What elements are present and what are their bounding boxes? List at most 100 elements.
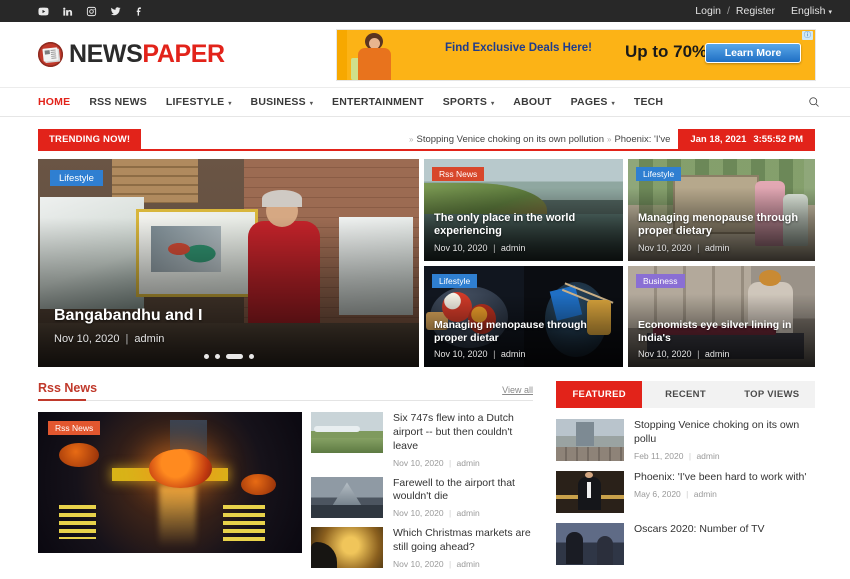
site-logo[interactable]: NEWSPAPER	[38, 40, 225, 69]
hero-card-0-category-badge[interactable]: Rss News	[432, 167, 485, 181]
chevron-down-icon: ▾	[611, 100, 615, 107]
nav-item-pages[interactable]: PAGES ▾	[571, 96, 615, 108]
nav-item-business[interactable]: BUSINESS ▾	[251, 96, 314, 108]
sidebar-list-item-0-date: Feb 11, 2020	[634, 450, 684, 461]
ticker-item-1[interactable]: Phoenix: 'I've	[614, 134, 670, 145]
rss-list-item-1-title[interactable]: Farewell to the airport that wouldn't di…	[393, 477, 533, 505]
nav-item-entertainment[interactable]: ENTERTAINMENT	[332, 96, 424, 108]
hero-card-2-date: Nov 10, 2020	[434, 349, 488, 359]
rss-list-item-2[interactable]: Which Christmas markets are still going …	[311, 527, 533, 569]
site-header: NEWSPAPER Find Exclusive Deals Here! Up …	[0, 22, 850, 88]
hero-main-slide[interactable]: Lifestyle Bangabandhu and I Nov 10, 2020…	[38, 159, 419, 367]
sidebar-list-item-1-date: May 6, 2020	[634, 488, 681, 499]
slider-dot-3-active[interactable]	[225, 354, 243, 359]
advertisement-banner[interactable]: Find Exclusive Deals Here! Up to 70% off…	[336, 28, 816, 81]
linkedin-icon[interactable]	[62, 6, 73, 17]
ticker-item-0[interactable]: Stopping Venice choking on its own pollu…	[416, 134, 604, 145]
hero-card-0-title[interactable]: The only place in the world experiencing	[434, 212, 613, 239]
language-selector[interactable]: English ▾	[791, 5, 832, 17]
sidebar-list-item-1-text: Phoenix: 'I've been hard to work with' M…	[634, 471, 815, 513]
rss-feature-card[interactable]: Rss News	[38, 412, 302, 553]
sidebar-list-item-2-title[interactable]: Oscars 2020: Number of TV	[634, 523, 815, 537]
facebook-icon[interactable]	[134, 6, 145, 17]
nav-item-sports[interactable]: SPORTS ▾	[443, 96, 495, 108]
register-link[interactable]: Register	[736, 5, 775, 17]
sidebar-list-item-0-title[interactable]: Stopping Venice choking on its own pollu	[634, 419, 815, 447]
hero-slider-grid: Lifestyle Bangabandhu and I Nov 10, 2020…	[0, 151, 850, 367]
hero-row-top: Rss News The only place in the world exp…	[424, 159, 815, 261]
search-icon[interactable]	[806, 94, 822, 110]
sidebar-list-item-2[interactable]: Oscars 2020: Number of TV	[556, 523, 815, 565]
rss-list-item-1[interactable]: Farewell to the airport that wouldn't di…	[311, 476, 533, 518]
nav-label: SPORTS	[442, 96, 488, 108]
trending-datetime: Jan 18, 2021 3:55:52 PM	[678, 129, 815, 149]
rss-list-item-1-date: Nov 10, 2020	[393, 508, 444, 519]
slider-dot-1[interactable]	[203, 354, 209, 359]
meta-separator: |	[448, 508, 452, 519]
hero-card-4-author: admin	[704, 349, 730, 359]
sidebar-article-list: Stopping Venice choking on its own pollu…	[556, 419, 815, 565]
twitter-icon[interactable]	[110, 6, 121, 17]
chevron-down-icon: ▾	[309, 100, 314, 107]
meta-separator: |	[448, 457, 452, 468]
tab-featured[interactable]: FEATURED	[556, 381, 643, 408]
slider-dots[interactable]	[38, 354, 419, 359]
top-bar: Login / Register English ▾	[0, 0, 850, 22]
hero-card-4-category-badge[interactable]: Business	[636, 273, 685, 288]
hero-card-0-body: The only place in the world experiencing…	[424, 212, 623, 261]
newspaper-logo-icon	[38, 42, 63, 67]
youtube-icon[interactable]	[38, 6, 49, 17]
hero-card-1-body: Managing menopause through proper dietar…	[628, 212, 815, 261]
sidebar-list-item-1[interactable]: Phoenix: 'I've been hard to work with' M…	[556, 471, 815, 513]
slider-dot-2[interactable]	[214, 354, 220, 359]
sidebar-list-item-2-thumbnail	[556, 523, 624, 565]
ad-shopper-image	[349, 30, 411, 80]
hero-card-1-author: admin	[704, 242, 730, 253]
tab-top-views[interactable]: TOP VIEWS	[729, 381, 815, 408]
hero-card-1-date: Nov 10, 2020	[638, 242, 692, 253]
trending-ticker[interactable]: » Stopping Venice choking on its own pol…	[141, 129, 678, 149]
hero-card-2[interactable]: Lifestyle Managing menopause through pro…	[424, 265, 623, 367]
rss-list-item-1-meta: Nov 10, 2020 | admin	[393, 508, 533, 518]
nav-item-tech[interactable]: TECH	[634, 96, 663, 108]
rss-list-item-0-title[interactable]: Six 747s flew into a Dutch airport -- bu…	[393, 412, 533, 454]
sidebar-list-item-2-text: Oscars 2020: Number of TV	[634, 523, 815, 565]
chevron-down-icon: ▾	[491, 100, 495, 107]
top-bar-right: Login / Register English ▾	[695, 5, 832, 17]
sidebar-list-item-1-meta: May 6, 2020 | admin	[634, 489, 815, 499]
hero-main-category-badge[interactable]: Lifestyle	[50, 170, 103, 186]
login-link[interactable]: Login	[695, 5, 721, 17]
ad-learn-more-button[interactable]: Learn More	[705, 42, 801, 63]
hero-card-2-body: Managing menopause through proper dietar…	[424, 319, 623, 367]
instagram-icon[interactable]	[86, 6, 97, 17]
chevron-down-icon: ▾	[828, 8, 832, 16]
sidebar-list-item-1-title[interactable]: Phoenix: 'I've been hard to work with'	[634, 471, 815, 485]
hero-card-1[interactable]: Lifestyle Managing menopause through pro…	[628, 159, 815, 261]
hero-card-2-category-badge[interactable]: Lifestyle	[432, 273, 478, 288]
hero-row-bottom: Lifestyle Managing menopause through pro…	[424, 265, 815, 367]
nav-label: BUSINESS	[250, 96, 306, 108]
ad-info-icon[interactable]: ⓘ	[802, 30, 813, 40]
nav-list: HOME RSS NEWS LIFESTYLE ▾ BUSINESS ▾ ENTER…	[38, 96, 663, 108]
rss-list-item-2-title[interactable]: Which Christmas markets are still going …	[393, 527, 533, 555]
rss-view-all-link[interactable]: View all	[502, 385, 533, 395]
hero-card-0[interactable]: Rss News The only place in the world exp…	[424, 159, 623, 261]
hero-card-1-category-badge[interactable]: Lifestyle	[636, 167, 682, 181]
rss-feature-category-badge[interactable]: Rss News	[48, 421, 101, 435]
hero-main-title[interactable]: Bangabandhu and I	[54, 306, 403, 326]
slider-dot-4[interactable]	[248, 354, 254, 359]
nav-item-lifestyle[interactable]: LIFESTYLE ▾	[166, 96, 232, 108]
hero-card-4-title[interactable]: Economists eye silver lining in India's	[638, 319, 805, 345]
lower-content: Rss News View all Rss News Six 747s flew…	[0, 367, 850, 569]
nav-item-home[interactable]: HOME	[38, 96, 70, 108]
rss-list-item-0[interactable]: Six 747s flew into a Dutch airport -- bu…	[311, 412, 533, 468]
nav-item-about[interactable]: ABOUT	[513, 96, 551, 108]
tab-recent[interactable]: RECENT	[642, 381, 728, 408]
hero-card-4[interactable]: Business Economists eye silver lining in…	[628, 265, 815, 367]
hero-card-2-title[interactable]: Managing menopause through proper dietar	[434, 319, 613, 345]
nav-item-rss-news[interactable]: RSS NEWS	[89, 96, 147, 108]
hero-card-0-meta: Nov 10, 2020 | admin	[434, 243, 613, 253]
page-root: Login / Register English ▾ NEWSPAPER Fin…	[0, 0, 850, 579]
hero-card-1-title[interactable]: Managing menopause through proper dietar…	[638, 212, 805, 239]
sidebar-list-item-0[interactable]: Stopping Venice choking on its own pollu…	[556, 419, 815, 461]
